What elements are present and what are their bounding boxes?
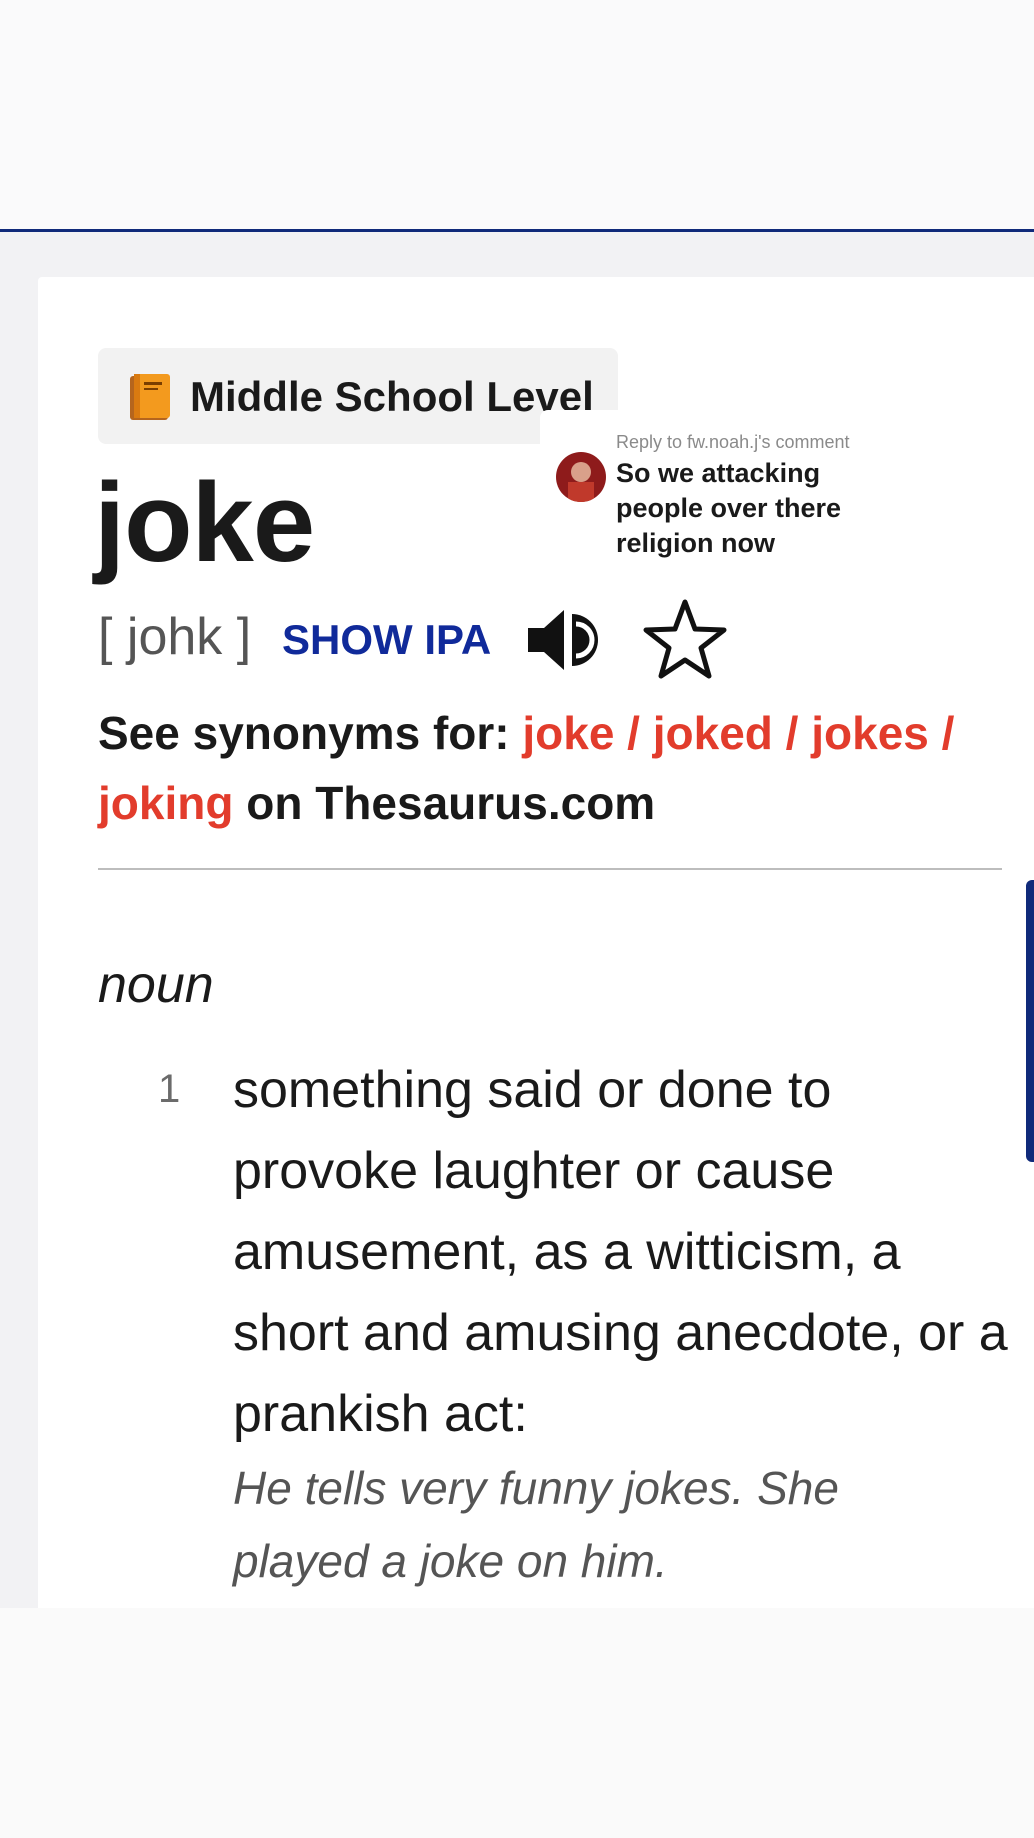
synonym-separator: / [614,707,653,759]
top-blank-area [0,0,1034,229]
synonym-link-joked[interactable]: joked [653,707,773,759]
definition-text: something said or done to provoke laught… [233,1061,1008,1443]
synonyms-suffix: on Thesaurus.com [246,777,656,829]
star-outline-icon[interactable] [642,598,728,680]
bottom-blank-area [0,1608,1034,1838]
side-tab[interactable] [1026,880,1034,1162]
headword: joke [94,460,315,585]
avatar [556,452,606,502]
comment-reply-meta: Reply to fw.noah.j's comment [616,432,850,452]
synonyms-line: See synonyms for: joke / joked / jokes /… [98,698,1008,838]
synonym-link-joking[interactable]: joking [98,777,233,829]
synonyms-prefix: See synonyms for: [98,707,510,759]
orange-book-icon [130,374,170,420]
section-divider [98,868,1002,870]
synonym-link-joke[interactable]: joke [522,707,614,759]
synonym-separator: / [928,707,955,759]
comment-text: So we attacking people over there religi… [616,458,842,558]
definition-number: 1 [158,1067,181,1111]
part-of-speech: noun [98,956,214,1014]
speaker-icon[interactable] [524,604,604,676]
synonym-link-jokes[interactable]: jokes [811,707,929,759]
show-ipa-button[interactable]: SHOW IPA [282,614,491,666]
synonym-separator: / [772,707,812,759]
definition-example: He tells very funny jokes. She played a … [233,1462,839,1587]
pronunciation: [ johk ] [98,608,252,666]
level-label: Middle School Level [190,373,594,420]
